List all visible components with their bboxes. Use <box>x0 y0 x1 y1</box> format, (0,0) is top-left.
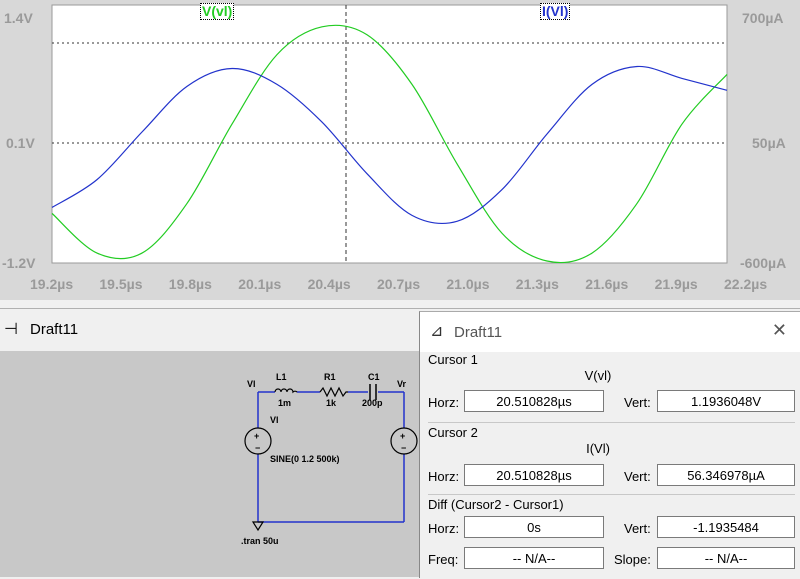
dialog-title: Draft11 <box>454 324 503 341</box>
schematic-canvas[interactable]: + − + − L1 1m R1 1k C1 200p Vl Vr Vl SIN… <box>0 350 420 577</box>
trace-label-current[interactable]: I(Vl) <box>540 3 571 20</box>
x-tick-label: 21.0µs <box>446 276 489 292</box>
diff-slope-field[interactable]: -- N/A-- <box>657 547 795 569</box>
inductor-symbol[interactable] <box>274 388 298 394</box>
dialog-titlebar[interactable]: ⊿ Draft11 ✕ <box>420 312 800 352</box>
source-value: SINE(0 1.2 500k) <box>270 454 340 464</box>
cursor1-group: Cursor 1 V(vl) Horz: 20.510828µs Vert: 1… <box>428 352 795 422</box>
source-name: Vl <box>270 415 279 425</box>
svg-text:−: − <box>401 443 406 453</box>
r1-value: 1k <box>326 398 337 408</box>
diff-title: Diff (Cursor2 - Cursor1) <box>428 497 564 512</box>
x-tick-label: 19.5µs <box>99 276 142 292</box>
diff-freq-label: Freq: <box>428 552 459 567</box>
r1-name: R1 <box>324 372 336 382</box>
voltage-source-right[interactable]: + − <box>390 427 418 455</box>
x-tick-label: 21.3µs <box>516 276 559 292</box>
svg-text:−: − <box>255 443 260 453</box>
cursor1-title: Cursor 1 <box>428 352 478 367</box>
x-tick-label: 20.1µs <box>238 276 281 292</box>
schematic-icon: ⊣ <box>4 321 18 338</box>
x-tick-label: 19.2µs <box>30 276 73 292</box>
cursor1-vert-field[interactable]: 1.1936048V <box>657 390 795 412</box>
diff-horz-label: Horz: <box>428 521 460 536</box>
node-label-vl: Vl <box>247 379 256 389</box>
x-tick-label: 19.8µs <box>169 276 212 292</box>
cursor1-horz-label: Horz: <box>428 395 460 410</box>
diff-vert-label: Vert: <box>624 521 651 536</box>
diff-freq-field[interactable]: -- N/A-- <box>464 547 604 569</box>
cursor1-signal: V(vl) <box>584 368 612 383</box>
close-icon[interactable]: ✕ <box>772 320 787 341</box>
waveform-plot[interactable]: 1.4V 0.1V -1.2V 700µA 50µA -600µA 19.2µs… <box>0 0 800 300</box>
node-label-vr: Vr <box>397 379 407 389</box>
y-left-tick-top: 1.4V <box>4 10 33 26</box>
voltage-source-left[interactable]: + − <box>244 427 272 455</box>
diff-slope-label: Slope: <box>614 552 651 567</box>
plot-area[interactable] <box>51 4 728 264</box>
ground-symbol <box>251 521 265 532</box>
svg-text:+: + <box>400 431 405 441</box>
tran-directive[interactable]: .tran 50u <box>241 536 279 546</box>
cursor2-title: Cursor 2 <box>428 425 478 440</box>
x-tick-label: 21.9µs <box>655 276 698 292</box>
l1-value: 1m <box>278 398 291 408</box>
y-right-tick-bottom: -600µA <box>740 255 786 271</box>
x-tick-label: 22.2µs <box>724 276 767 292</box>
c1-value: 200p <box>362 398 383 408</box>
c1-name: C1 <box>368 372 380 382</box>
trace-label-voltage[interactable]: V(vl) <box>200 3 235 20</box>
cursor2-vert-field[interactable]: 56.346978µA <box>657 464 795 486</box>
cursor-dialog[interactable]: ⊿ Draft11 ✕ Cursor 1 V(vl) Horz: 20.5108… <box>419 311 800 578</box>
cursor1-horz-field[interactable]: 20.510828µs <box>464 390 604 412</box>
cursor2-vert-label: Vert: <box>624 469 651 484</box>
cursor1-vert-label: Vert: <box>624 395 651 410</box>
y-left-tick-bottom: -1.2V <box>2 255 36 271</box>
cursor2-signal: I(Vl) <box>586 441 610 456</box>
waveform-pane[interactable]: 1.4V 0.1V -1.2V 700µA 50µA -600µA 19.2µs… <box>0 0 800 300</box>
schematic-title: Draft11 <box>30 321 79 338</box>
y-right-tick-mid: 50µA <box>752 135 786 151</box>
diff-horz-field[interactable]: 0s <box>464 516 604 538</box>
diff-vert-field[interactable]: -1.1935484 <box>657 516 795 538</box>
y-left-tick-mid: 0.1V <box>6 135 35 151</box>
x-tick-label: 20.7µs <box>377 276 420 292</box>
y-right-tick-top: 700µA <box>742 10 784 26</box>
l1-name: L1 <box>276 372 287 382</box>
resistor-symbol[interactable] <box>319 386 348 398</box>
cursor2-horz-field[interactable]: 20.510828µs <box>464 464 604 486</box>
cursor2-group: Cursor 2 I(Vl) Horz: 20.510828µs Vert: 5… <box>428 422 795 495</box>
x-tick-label: 20.4µs <box>308 276 351 292</box>
x-tick-label: 21.6µs <box>585 276 628 292</box>
cursor2-horz-label: Horz: <box>428 469 460 484</box>
svg-text:+: + <box>254 431 259 441</box>
ltspice-icon: ⊿ <box>430 323 444 340</box>
diff-group: Diff (Cursor2 - Cursor1) Horz: 0s Vert: … <box>428 494 795 579</box>
